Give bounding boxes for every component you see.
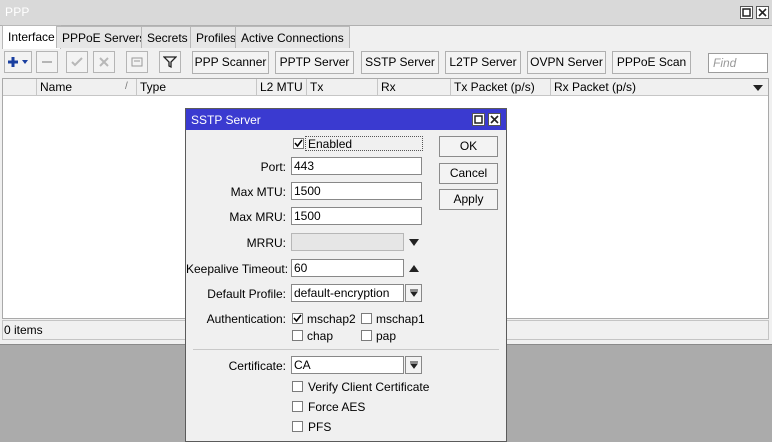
filter-button[interactable] xyxy=(159,51,181,73)
auth-mschap1-checkbox[interactable] xyxy=(361,313,372,324)
tab-pppoe-servers[interactable]: PPPoE Servers xyxy=(56,26,152,48)
default-profile-label: Default Profile: xyxy=(207,287,286,301)
close-icon xyxy=(758,8,767,17)
keepalive-input[interactable]: 60 xyxy=(291,259,404,277)
force-aes-label: Force AES xyxy=(308,400,366,414)
dialog-maximize-button[interactable] xyxy=(472,113,485,126)
verify-client-certificate-label: Verify Client Certificate xyxy=(308,380,430,394)
max-mru-label: Max MRU: xyxy=(229,210,286,224)
dropdown-arrow-icon xyxy=(409,361,418,369)
keepalive-collapse-button[interactable] xyxy=(408,263,420,277)
l2tp-server-button[interactable]: L2TP Server xyxy=(445,51,521,74)
triangle-up-icon xyxy=(409,265,419,272)
window-title: PPP xyxy=(5,5,30,19)
column-rx-packet[interactable]: Rx Packet (p/s) xyxy=(550,79,746,95)
apply-button[interactable]: Apply xyxy=(439,189,498,210)
tab-secrets[interactable]: Secrets xyxy=(141,26,194,48)
enable-button[interactable] xyxy=(66,51,88,73)
auth-chap-label: chap xyxy=(307,329,334,343)
x-icon xyxy=(99,57,109,67)
note-icon xyxy=(131,57,143,67)
section-divider xyxy=(193,349,499,350)
enabled-checkbox[interactable] xyxy=(293,138,304,149)
auth-mschap2-checkbox[interactable] xyxy=(292,313,303,324)
comment-button[interactable] xyxy=(126,51,148,73)
column-type[interactable]: Type xyxy=(136,79,256,95)
checkmark-icon xyxy=(293,314,302,323)
ok-button[interactable]: OK xyxy=(439,136,498,157)
maximize-icon xyxy=(474,115,483,124)
tab-interface[interactable]: Interface xyxy=(2,25,61,49)
force-aes-checkbox[interactable] xyxy=(292,401,303,412)
column-flags[interactable] xyxy=(3,79,36,95)
remove-button[interactable] xyxy=(36,51,58,73)
column-tx[interactable]: Tx xyxy=(306,79,377,95)
triangle-down-icon xyxy=(409,239,419,246)
auth-mschap2-label: mschap2 xyxy=(307,312,356,326)
port-input[interactable]: 443 xyxy=(291,157,422,175)
disable-button[interactable] xyxy=(93,51,115,73)
close-button[interactable] xyxy=(756,6,769,19)
default-profile-select[interactable]: default-encryption xyxy=(291,284,404,302)
cancel-button[interactable]: Cancel xyxy=(439,163,498,184)
sort-icon: / xyxy=(125,81,128,92)
ovpn-server-button[interactable]: OVPN Server xyxy=(527,51,606,74)
mrru-label: MRRU: xyxy=(246,236,286,250)
auth-pap-label: pap xyxy=(376,329,397,343)
default-profile-dropdown-button[interactable] xyxy=(405,284,422,302)
add-button[interactable] xyxy=(4,51,32,73)
pfs-checkbox[interactable] xyxy=(292,421,303,432)
maximize-icon xyxy=(742,8,751,17)
mrru-expand-button[interactable] xyxy=(408,237,420,251)
dialog-title: SSTP Server xyxy=(191,113,261,127)
auth-mschap1-label: mschap1 xyxy=(376,312,425,326)
sstp-server-button[interactable]: SSTP Server xyxy=(361,51,439,74)
checkmark-icon xyxy=(294,139,303,148)
verify-client-certificate-checkbox[interactable] xyxy=(292,381,303,392)
find-input[interactable]: Find xyxy=(708,53,768,73)
pfs-label: PFS xyxy=(308,420,332,434)
authentication-label: Authentication: xyxy=(206,312,286,326)
keepalive-label: Keepalive Timeout: xyxy=(186,262,289,276)
maximize-button[interactable] xyxy=(740,6,753,19)
close-icon xyxy=(490,115,499,124)
dialog-close-button[interactable] xyxy=(488,113,501,126)
window-titlebar xyxy=(0,0,772,26)
column-tx-packet[interactable]: Tx Packet (p/s) xyxy=(450,79,550,95)
auth-chap-checkbox[interactable] xyxy=(292,330,303,341)
certificate-select[interactable]: CA xyxy=(291,356,404,374)
auth-pap-checkbox[interactable] xyxy=(361,330,372,341)
pptp-server-button[interactable]: PPTP Server xyxy=(275,51,354,74)
check-icon xyxy=(71,57,83,67)
column-name[interactable]: Name xyxy=(36,79,136,95)
columns-menu-button[interactable] xyxy=(752,82,766,94)
chevron-down-icon xyxy=(753,85,763,91)
plus-icon xyxy=(8,57,28,67)
column-rx[interactable]: Rx xyxy=(377,79,450,95)
minus-icon xyxy=(42,61,52,63)
item-count: 0 items xyxy=(4,323,43,337)
tab-active-connections[interactable]: Active Connections xyxy=(235,26,350,48)
dropdown-arrow-icon xyxy=(409,289,418,297)
max-mru-input[interactable]: 1500 xyxy=(291,207,422,225)
pppoe-scan-button[interactable]: PPPoE Scan xyxy=(612,51,691,74)
port-label: Port: xyxy=(260,160,286,174)
column-l2-mtu[interactable]: L2 MTU xyxy=(256,79,306,95)
certificate-dropdown-button[interactable] xyxy=(405,356,422,374)
max-mtu-label: Max MTU: xyxy=(230,185,286,199)
mrru-input[interactable] xyxy=(291,233,404,251)
filter-icon xyxy=(163,56,177,69)
max-mtu-input[interactable]: 1500 xyxy=(291,182,422,200)
ppp-scanner-button[interactable]: PPP Scanner xyxy=(192,51,269,74)
certificate-label: Certificate: xyxy=(228,359,286,373)
enabled-label: Enabled xyxy=(308,137,353,151)
